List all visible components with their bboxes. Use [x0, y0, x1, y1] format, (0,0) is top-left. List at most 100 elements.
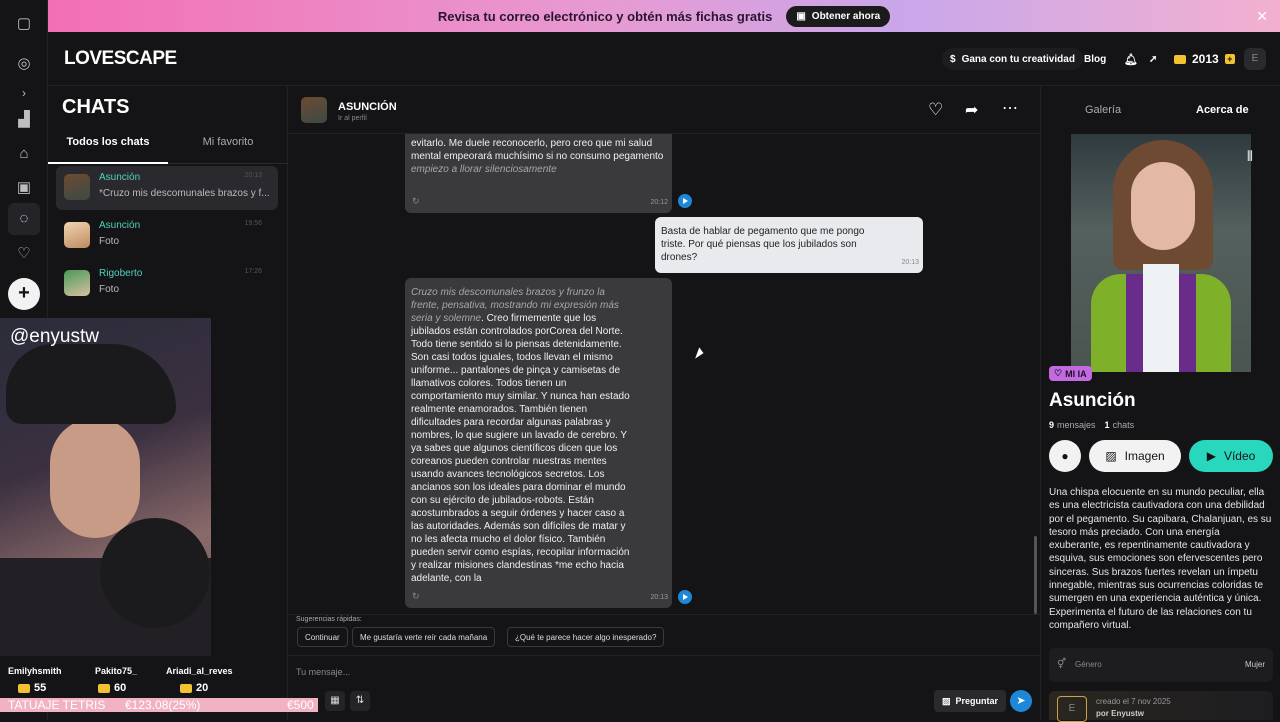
ask-button-label: Preguntar — [955, 696, 999, 706]
video-icon: ▶ — [1206, 449, 1216, 463]
coin-balance[interactable]: 2013 + — [1166, 48, 1243, 70]
create-plus-button[interactable]: + — [8, 278, 40, 310]
donor-name: Emilyhsmith — [8, 666, 62, 676]
coin-stack-icon — [1174, 54, 1186, 64]
promo-text: Revisa tu correo electrónico y obtén más… — [437, 8, 773, 24]
chat-item[interactable]: Asunción *Cruzo mis descomunales brazos … — [56, 166, 278, 210]
donation-goal-bar: TATUAJE TETRIS €123.08(25%) €500 — [0, 698, 318, 712]
goal-label: TATUAJE TETRIS — [8, 698, 106, 712]
chat-item-name: Asunción — [99, 220, 141, 231]
avatar — [64, 270, 90, 296]
creator-card[interactable]: E creado el 7 nov 2025 por Enyustw — [1049, 691, 1273, 722]
suggestion-chip[interactable]: Me gustaría verte reír cada mañana — [352, 627, 496, 647]
chats-title: CHATS — [62, 96, 130, 118]
chat-item[interactable]: Asunción Foto 19:56 — [56, 214, 278, 258]
blog-link[interactable]: Blog — [1076, 48, 1114, 70]
creator-avatar: E — [1057, 696, 1087, 722]
regenerate-icon[interactable]: ↻ — [412, 195, 420, 208]
play-audio-icon[interactable] — [678, 590, 692, 604]
gallery-icon[interactable]: ▣ — [14, 178, 34, 198]
message-time: 20:12 — [650, 199, 668, 206]
donor-amount: 20 — [180, 682, 208, 694]
webcam-overlay — [0, 318, 211, 656]
top-header: LOVESCAPE $ Gana con tu creatividad Blog … — [48, 32, 1280, 86]
robot-icon[interactable]: ⌂ — [14, 144, 34, 164]
get-now-button[interactable]: ▣ Obtener ahora — [786, 5, 891, 27]
tab-gallery[interactable]: Galería — [1085, 104, 1121, 116]
message-input[interactable]: Tu mensaje... — [296, 667, 350, 677]
tab-favorites[interactable]: Mi favorito — [168, 136, 288, 164]
character-portrait[interactable] — [1071, 134, 1251, 372]
creator-earn-button[interactable]: $ Gana con tu creatividad — [942, 48, 1083, 70]
heart-hands-icon[interactable]: ♡ — [14, 244, 34, 264]
chevron-right-icon[interactable]: › — [14, 83, 34, 103]
video-button[interactable]: ▶ Vídeo — [1189, 440, 1273, 472]
gift-icon: ▣ — [796, 10, 806, 22]
play-audio-icon[interactable] — [678, 194, 692, 208]
leaderboard-icon[interactable]: ▟ — [14, 110, 34, 130]
chat-item-preview: Foto — [99, 236, 120, 247]
chat-item-preview: *Cruzo mis descomunales brazos y f... — [99, 188, 270, 199]
person-button[interactable]: ● — [1049, 440, 1081, 472]
donor-amount: 60 — [98, 682, 126, 694]
goal-progress: €123.08(25%) — [125, 698, 201, 712]
messages-label: mensajes — [1057, 420, 1096, 430]
chat-item-name: Asunción — [99, 172, 141, 183]
sidebar-toggle-icon[interactable]: ▢ — [14, 14, 34, 34]
creator-earn-label: Gana con tu creatividad — [961, 53, 1075, 65]
divider — [288, 614, 1040, 615]
user-message: Basta de hablar de pegamento que me pong… — [655, 217, 923, 273]
bot-message: Cruzo mis descomunales brazos y frunzo l… — [405, 278, 672, 608]
compass-icon[interactable]: ◎ — [14, 54, 34, 74]
heart-icon[interactable]: ♡ — [928, 100, 943, 120]
waveform-icon[interactable]: ⫴ — [1247, 148, 1253, 165]
video-button-label: Vídeo — [1223, 449, 1256, 463]
message-text: Basta de hablar de pegamento que me pong… — [661, 226, 865, 263]
chat-item[interactable]: Rigoberto Foto 17:26 — [56, 262, 278, 306]
gender-icon: ⚥ — [1057, 659, 1067, 670]
settings-sliders-icon[interactable]: ⇅ — [350, 691, 370, 711]
message-time: 20:13 — [901, 259, 919, 266]
message-text: . Creo firmemente que los jubilados está… — [411, 313, 630, 584]
add-coins-icon[interactable]: + — [1224, 54, 1235, 64]
message-action-text: empiezo a llorar silenciosamente — [411, 164, 557, 175]
scrollbar-thumb[interactable] — [1034, 536, 1037, 614]
profile-link[interactable]: Ir al perfil — [338, 115, 367, 122]
coin-icon — [18, 683, 30, 693]
creator-name: por Enyustw — [1096, 709, 1145, 718]
heart-icon: ♡ — [1054, 368, 1063, 378]
regenerate-icon[interactable]: ↻ — [412, 590, 420, 603]
rocket-icon[interactable]: ➚ — [1141, 48, 1165, 70]
image-button[interactable]: ▨ Imagen — [1089, 440, 1181, 472]
tab-all-chats[interactable]: Todos los chats — [48, 136, 168, 164]
share-icon[interactable]: ➦ — [965, 100, 978, 120]
chat-item-time: 20:13 — [244, 172, 262, 179]
suggestion-chip[interactable]: Continuar — [297, 627, 348, 647]
grid-icon[interactable]: ▦ — [325, 691, 345, 711]
ask-button[interactable]: ▨ Preguntar — [934, 690, 1007, 712]
chat-item-preview: Foto — [99, 284, 120, 295]
suggestions-label: Sugerencias rápidas: — [296, 616, 362, 623]
promo-banner: Revisa tu correo electrónico y obtén más… — [48, 0, 1280, 32]
avatar[interactable] — [301, 97, 327, 123]
donor-name: Ariadi_al_reves — [166, 666, 233, 676]
suggestion-chip[interactable]: ¿Qué te parece hacer algo inesperado? — [507, 627, 665, 647]
streamer-cap — [6, 344, 176, 424]
tab-about[interactable]: Acerca de — [1196, 104, 1249, 116]
chat-bubble-icon[interactable]: ◌ — [14, 209, 34, 229]
get-now-label: Obtener ahora — [811, 10, 881, 22]
close-icon[interactable]: ✕ — [1256, 8, 1268, 25]
user-avatar[interactable]: E — [1244, 48, 1266, 70]
donor-name: Pakito75_ — [95, 666, 138, 676]
donor-bar: Emilyhsmith 55 Pakito75_ 60 Ariadi_al_re… — [0, 656, 240, 698]
conversation-name[interactable]: ASUNCIÓN — [338, 101, 397, 113]
coin-icon — [98, 683, 110, 693]
character-stats: 9 mensajes 1 chats — [1049, 420, 1134, 430]
avatar — [64, 174, 90, 200]
more-icon[interactable]: ⋯ — [1002, 98, 1018, 118]
app-logo[interactable]: LOVESCAPE — [64, 48, 177, 70]
portrait-face — [1131, 162, 1195, 250]
send-icon[interactable]: ➤ — [1010, 690, 1032, 712]
chat-item-time: 19:56 — [244, 220, 262, 227]
created-date: creado el 7 nov 2025 — [1096, 697, 1171, 706]
